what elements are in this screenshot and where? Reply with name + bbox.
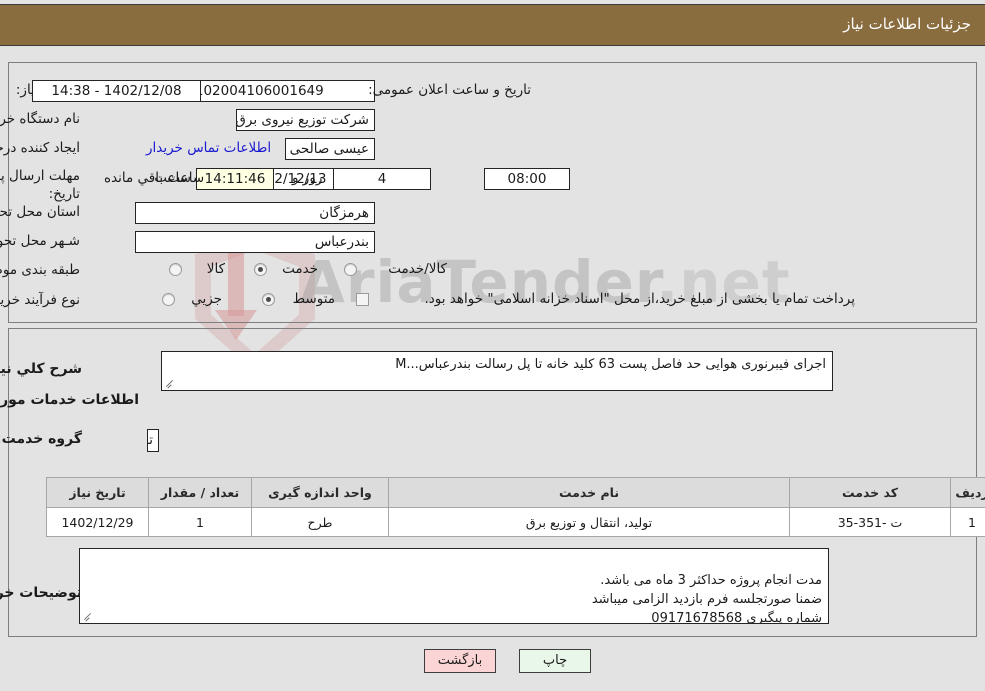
requester-value: عیسی صالحی رییس اداره تدارکات شرکت توزیع… (285, 138, 375, 160)
radio-category-kala-label: کالا (206, 261, 225, 277)
column-header-need-date: تاریخ نیاز (46, 477, 149, 508)
summary-value: اجرای فیبرنوری هوایی حد فاصل پست 63 کلید… (395, 357, 826, 372)
services-heading: اطلاعات خدمات مورد نیاز (0, 392, 139, 408)
services-table: ردیف کد خدمت نام خدمت واحد اندازه گیری ت… (46, 477, 985, 537)
radio-category-kala-khedmat[interactable] (344, 263, 357, 276)
column-header-radif: ردیف (950, 477, 985, 508)
deadline-label-line1: مهلت ارسال پاسخ: تا (0, 168, 80, 184)
announce-datetime-label: تاریخ و ساعت اعلان عمومی: (368, 82, 531, 98)
announce-datetime-value: 1402/12/08 - 14:38 (32, 80, 201, 102)
buyer-notes-textarea[interactable]: مدت انجام پروژه حداکثر 3 ماه می باشد. ضم… (79, 548, 829, 624)
buyer-org-value: شرکت توزیع نیروی برق استان هرمزگان (236, 109, 375, 131)
page-title: جزئیات اطلاعات نیاز (843, 15, 971, 33)
deadline-label-line2: تاریخ: (48, 186, 80, 202)
cell-need-date: 1402/12/29 (46, 507, 149, 537)
back-button[interactable]: بازگشت (424, 649, 496, 673)
remaining-time-value: 14:11:46 (196, 168, 274, 190)
resize-grip-icon[interactable] (82, 611, 93, 622)
buyer-notes-value: مدت انجام پروژه حداکثر 3 ماه می باشد. ضم… (591, 573, 822, 624)
table-row: 1 ت -351-35 تولید، انتقال و توزیع برق طر… (46, 507, 985, 537)
column-header-unit: واحد اندازه گیری (251, 477, 389, 508)
table-header-row: ردیف کد خدمت نام خدمت واحد اندازه گیری ت… (46, 477, 985, 508)
remaining-days-label: روز و (292, 170, 323, 186)
cell-service-code: ت -351-35 (789, 507, 951, 537)
radio-category-kala[interactable] (169, 263, 182, 276)
radio-category-khedmat[interactable] (254, 263, 267, 276)
city-value: بندرعباس (135, 231, 375, 253)
resize-grip-icon[interactable] (164, 378, 175, 389)
cell-radif: 1 (950, 507, 985, 537)
service-group-label: گروه خدمت: (0, 431, 82, 447)
buyer-notes-label: توضیحات خریدار: (0, 585, 82, 601)
radio-category-kala-khedmat-label: کالا/خدمت (388, 261, 447, 277)
process-label: نوع فرآیند خرید : (0, 292, 80, 308)
category-label: طبقه بندی موضوعی: (0, 262, 80, 278)
window-titlebar: جزئیات اطلاعات نیاز (0, 4, 985, 46)
column-header-quantity: تعداد / مقدار (148, 477, 252, 508)
cell-service-name: تولید، انتقال و توزیع برق (388, 507, 790, 537)
summary-textarea[interactable]: اجرای فیبرنوری هوایی حد فاصل پست 63 کلید… (161, 351, 833, 391)
requester-label: ایجاد کننده درخواست: (0, 140, 80, 156)
remaining-days-value: 4 (333, 168, 431, 190)
radio-category-khedmat-label: خدمت (282, 261, 318, 277)
province-value: هرمزگان (135, 202, 375, 224)
service-group-value: تامین برق، گاز، بخار و تهویه هوا (147, 429, 159, 452)
summary-label: شرح کلي نیاز: (0, 361, 82, 377)
remaining-time-label: ساعت باقي مانده (104, 170, 205, 186)
column-header-service-name: نام خدمت (388, 477, 790, 508)
page-root: AriaTender.net جزئیات اطلاعات نیاز شماره… (0, 0, 985, 691)
column-header-service-code: کد خدمت (789, 477, 951, 508)
cell-quantity: 1 (148, 507, 252, 537)
buyer-org-label: نام دستگاه خریدار: (0, 111, 80, 127)
cell-unit: طرح (251, 507, 389, 537)
buyer-contact-link[interactable]: اطلاعات تماس خریدار (146, 140, 271, 156)
province-label: استان محل تحویل: (0, 204, 80, 220)
city-label: شـهر محل تحویل: (0, 233, 80, 249)
treasury-note: پرداخت تمام یا بخشی از مبلغ خرید،از محل … (424, 291, 855, 307)
print-button[interactable]: چاپ (519, 649, 591, 673)
deadline-hour-value: 08:00 (484, 168, 570, 190)
